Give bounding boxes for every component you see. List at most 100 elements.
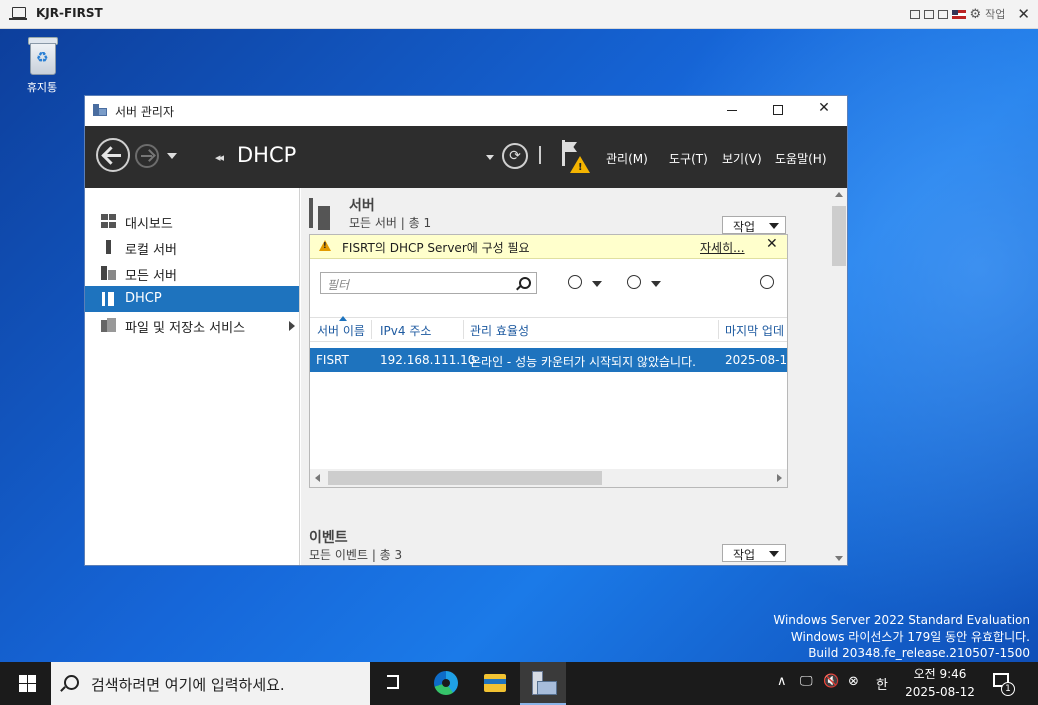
horizontal-scrollbar[interactable] [310,469,787,487]
refresh-icon[interactable]: ⟳ [502,143,528,169]
notifications-flag-icon[interactable]: ! [560,140,590,176]
alert-message: FISRT의 DHCP Server에 구성 필요 [342,241,530,255]
menu-help[interactable]: 도움말(H) [775,150,827,167]
column-header-ipv4[interactable]: IPv4 주소 [380,322,431,339]
chevron-down-icon[interactable] [651,281,661,287]
taskbar-search-box[interactable]: 검색하려면 여기에 입력하세요. [51,662,370,705]
events-subtitle: 모든 이벤트 | 총 3 [309,548,403,562]
configuration-alert: ! FISRT의 DHCP Server에 구성 필요 자세히... ✕ [310,235,787,259]
file-storage-icon [101,318,116,332]
events-tasks-button[interactable]: 작업 [722,544,786,562]
cell-last-update: 2025-08-12 [725,353,787,367]
all-servers-icon [101,266,116,280]
alert-close-icon[interactable]: ✕ [766,236,778,252]
column-header-manageability[interactable]: 관리 효율성 [470,322,529,339]
vertical-scrollbar[interactable] [831,188,847,565]
vm-window-mode-icon[interactable] [909,9,920,19]
expand-icon[interactable] [760,275,774,289]
vm-close-icon[interactable]: ✕ [1017,5,1030,23]
scroll-down-icon[interactable] [835,556,843,561]
sidebar: 대시보드 로컬 서버 모든 서버 DHCP 파일 및 저장소 서비스 [85,188,300,565]
clock[interactable]: 오전 9:46 2025-08-12 [902,665,978,701]
minimize-button[interactable] [721,100,743,120]
dashboard-icon [101,214,116,228]
chevron-right-icon[interactable] [289,321,295,331]
menu-manage[interactable]: 관리(M) [606,150,648,167]
column-header-last-update[interactable]: 마지막 업데 [725,322,784,339]
table-row[interactable]: FISRT 192.168.111.10 온라인 - 성능 카운터가 시작되지 … [310,348,787,372]
vm-fullscreen-icon[interactable] [937,9,948,19]
vm-title-bar: KJR-FIRST ⚙ 작업 ✕ [0,0,1038,29]
dhcp-icon [101,292,116,306]
recycle-bin-label: 휴지통 [26,81,58,94]
breadcrumb-dropdown-icon[interactable] [486,155,494,160]
servers-table-header: 서버 이름 IPv4 주소 관리 효율성 마지막 업데 [310,316,787,342]
notification-count-badge: 1 [1001,682,1015,696]
server-manager-window: 서버 관리자 ✕ ◂◂ DHCP ⟳ ! 관리(M) 도구(T) 보기(V) 도… [84,95,848,566]
servers-subtitle: 모든 서버 | 총 1 [349,216,432,230]
gear-icon[interactable]: ⚙ [970,7,982,22]
menu-view[interactable]: 보기(V) [722,150,762,167]
taskbar: 검색하려면 여기에 입력하세요. ∧ 🖵 🔇 ⊗ 한 오전 9:46 2025-… [0,662,1038,705]
sort-ascending-icon [339,316,347,321]
events-title: 이벤트 [309,530,348,546]
list-view-icon[interactable] [568,275,582,289]
scroll-left-icon[interactable] [315,474,320,482]
alert-details-link[interactable]: 자세히... [700,239,745,256]
vm-controls: ⚙ 작업 ✕ [909,5,1030,23]
breadcrumb: DHCP [237,143,297,167]
volume-muted-icon[interactable]: 🔇 [823,674,839,689]
search-icon[interactable] [519,277,531,289]
edge-browser-icon[interactable] [423,662,469,705]
search-icon [64,675,79,690]
tasks-label: 작업 [733,220,756,234]
sidebar-item-all-servers[interactable]: 모든 서버 [85,260,299,286]
server-manager-taskbar-icon[interactable] [520,662,566,705]
sidebar-item-local-server[interactable]: 로컬 서버 [85,234,299,260]
sidebar-item-label: 파일 및 저장소 서비스 [125,321,246,336]
sidebar-item-file-storage[interactable]: 파일 및 저장소 서비스 [85,312,299,338]
vm-title: KJR-FIRST [36,6,103,20]
us-flag-icon[interactable] [951,9,966,19]
menu-tools[interactable]: 도구(T) [669,150,708,167]
column-header-server-name[interactable]: 서버 이름 [317,322,365,339]
maximize-button[interactable] [767,100,789,120]
windows-start-icon[interactable] [19,675,36,692]
history-dropdown-icon[interactable] [167,153,177,159]
chevron-up-icon[interactable]: ∧ [777,674,787,689]
scroll-thumb[interactable] [832,206,846,266]
server-manager-app-icon [93,104,107,118]
sidebar-item-dashboard[interactable]: 대시보드 [85,208,299,234]
vm-computer-icon [9,7,27,20]
cell-ipv4: 192.168.111.10 [380,353,476,367]
servers-panel: ! FISRT의 DHCP Server에 구성 필요 자세히... ✕ 필터 … [309,234,788,488]
recycle-bin[interactable]: 휴지통 [18,37,66,95]
server-tools-icon [309,198,337,230]
close-button[interactable]: ✕ [813,100,835,120]
scroll-up-icon[interactable] [835,192,843,197]
ime-indicator[interactable]: 한 [876,674,888,693]
scroll-thumb[interactable] [328,471,602,485]
filter-input[interactable]: 필터 [320,272,537,294]
network-icon[interactable]: 🖵 [800,674,813,689]
chevron-down-icon[interactable] [592,281,602,287]
sidebar-item-dhcp[interactable]: DHCP [85,286,299,312]
breadcrumb-arrows-icon: ◂◂ [215,151,224,164]
vm-fit-icon[interactable] [923,9,934,19]
vm-settings-label[interactable]: 작업 [985,6,1005,22]
chevron-down-icon [769,223,779,229]
forward-arrow-icon[interactable] [135,144,159,168]
search-placeholder: 검색하려면 여기에 입력하세요. [91,676,285,694]
save-query-icon[interactable] [627,275,641,289]
filter-placeholder: 필터 [327,278,350,292]
status-error-icon[interactable]: ⊗ [848,674,859,689]
watermark-line: Build 20348.fe_release.210507-1500 [808,646,1030,660]
back-arrow-icon[interactable] [96,138,130,172]
servers-tasks-button[interactable]: 작업 [722,216,786,234]
scroll-right-icon[interactable] [777,474,782,482]
window-title: 서버 관리자 [115,105,175,119]
file-explorer-icon[interactable] [472,662,518,705]
window-title-bar[interactable]: 서버 관리자 ✕ [85,96,847,126]
clock-date: 2025-08-12 [905,685,975,699]
task-view-icon[interactable] [371,662,417,705]
